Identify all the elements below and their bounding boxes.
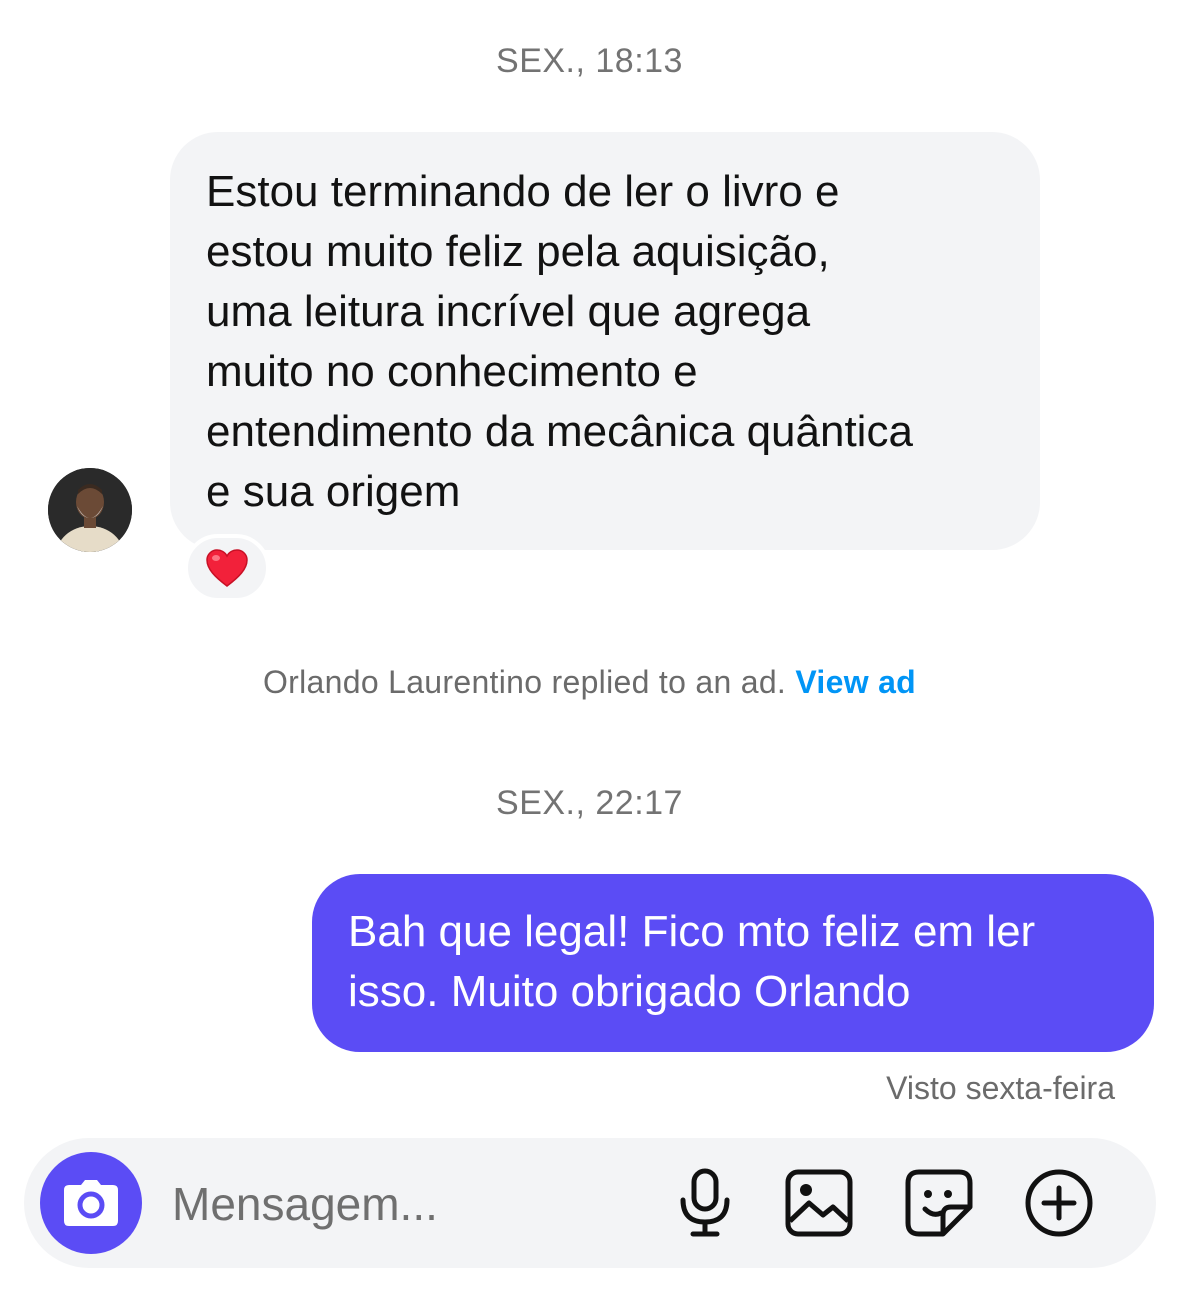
timestamp-divider: SEX., 22:17 <box>496 784 683 822</box>
heart-icon <box>206 549 248 587</box>
message-line: estou muito feliz pela aquisição, <box>206 227 830 276</box>
message-line: Estou terminando de ler o livro e <box>206 167 840 216</box>
sticker-button[interactable] <box>902 1166 976 1240</box>
avatar-photo <box>48 468 132 552</box>
sender-avatar[interactable] <box>48 468 132 552</box>
gallery-icon <box>785 1169 853 1237</box>
heart-reaction[interactable] <box>184 534 270 602</box>
camera-button[interactable] <box>40 1152 142 1254</box>
plus-icon <box>1025 1169 1093 1237</box>
gallery-button[interactable] <box>782 1166 856 1240</box>
incoming-message-bubble[interactable]: Estou terminando de ler o livro e estou … <box>170 132 1040 550</box>
sticker-icon <box>905 1169 973 1237</box>
message-line: e sua origem <box>206 467 461 516</box>
message-line: entendimento da mecânica quântica <box>206 407 913 456</box>
microphone-button[interactable] <box>668 1166 742 1240</box>
add-button[interactable] <box>1022 1166 1096 1240</box>
seen-status: Visto sexta-feira <box>886 1070 1115 1106</box>
ad-reply-notice: Orlando Laurentino replied to an ad. Vie… <box>0 664 1179 701</box>
view-ad-link[interactable]: View ad <box>795 664 916 700</box>
outgoing-message-bubble[interactable]: Bah que legal! Fico mto feliz em ler iss… <box>312 874 1154 1052</box>
message-line: uma leitura incrível que agrega <box>206 287 811 336</box>
camera-icon <box>64 1180 118 1226</box>
message-line: isso. Muito obrigado Orlando <box>348 967 911 1016</box>
message-line: Bah que legal! Fico mto feliz em ler <box>348 907 1036 956</box>
message-composer <box>24 1138 1156 1268</box>
microphone-icon <box>680 1168 730 1237</box>
message-input[interactable] <box>170 1168 654 1240</box>
timestamp-divider: SEX., 18:13 <box>496 42 683 80</box>
ad-notice-text: Orlando Laurentino replied to an ad. <box>262 664 787 700</box>
message-line: muito no conhecimento e <box>206 347 698 396</box>
